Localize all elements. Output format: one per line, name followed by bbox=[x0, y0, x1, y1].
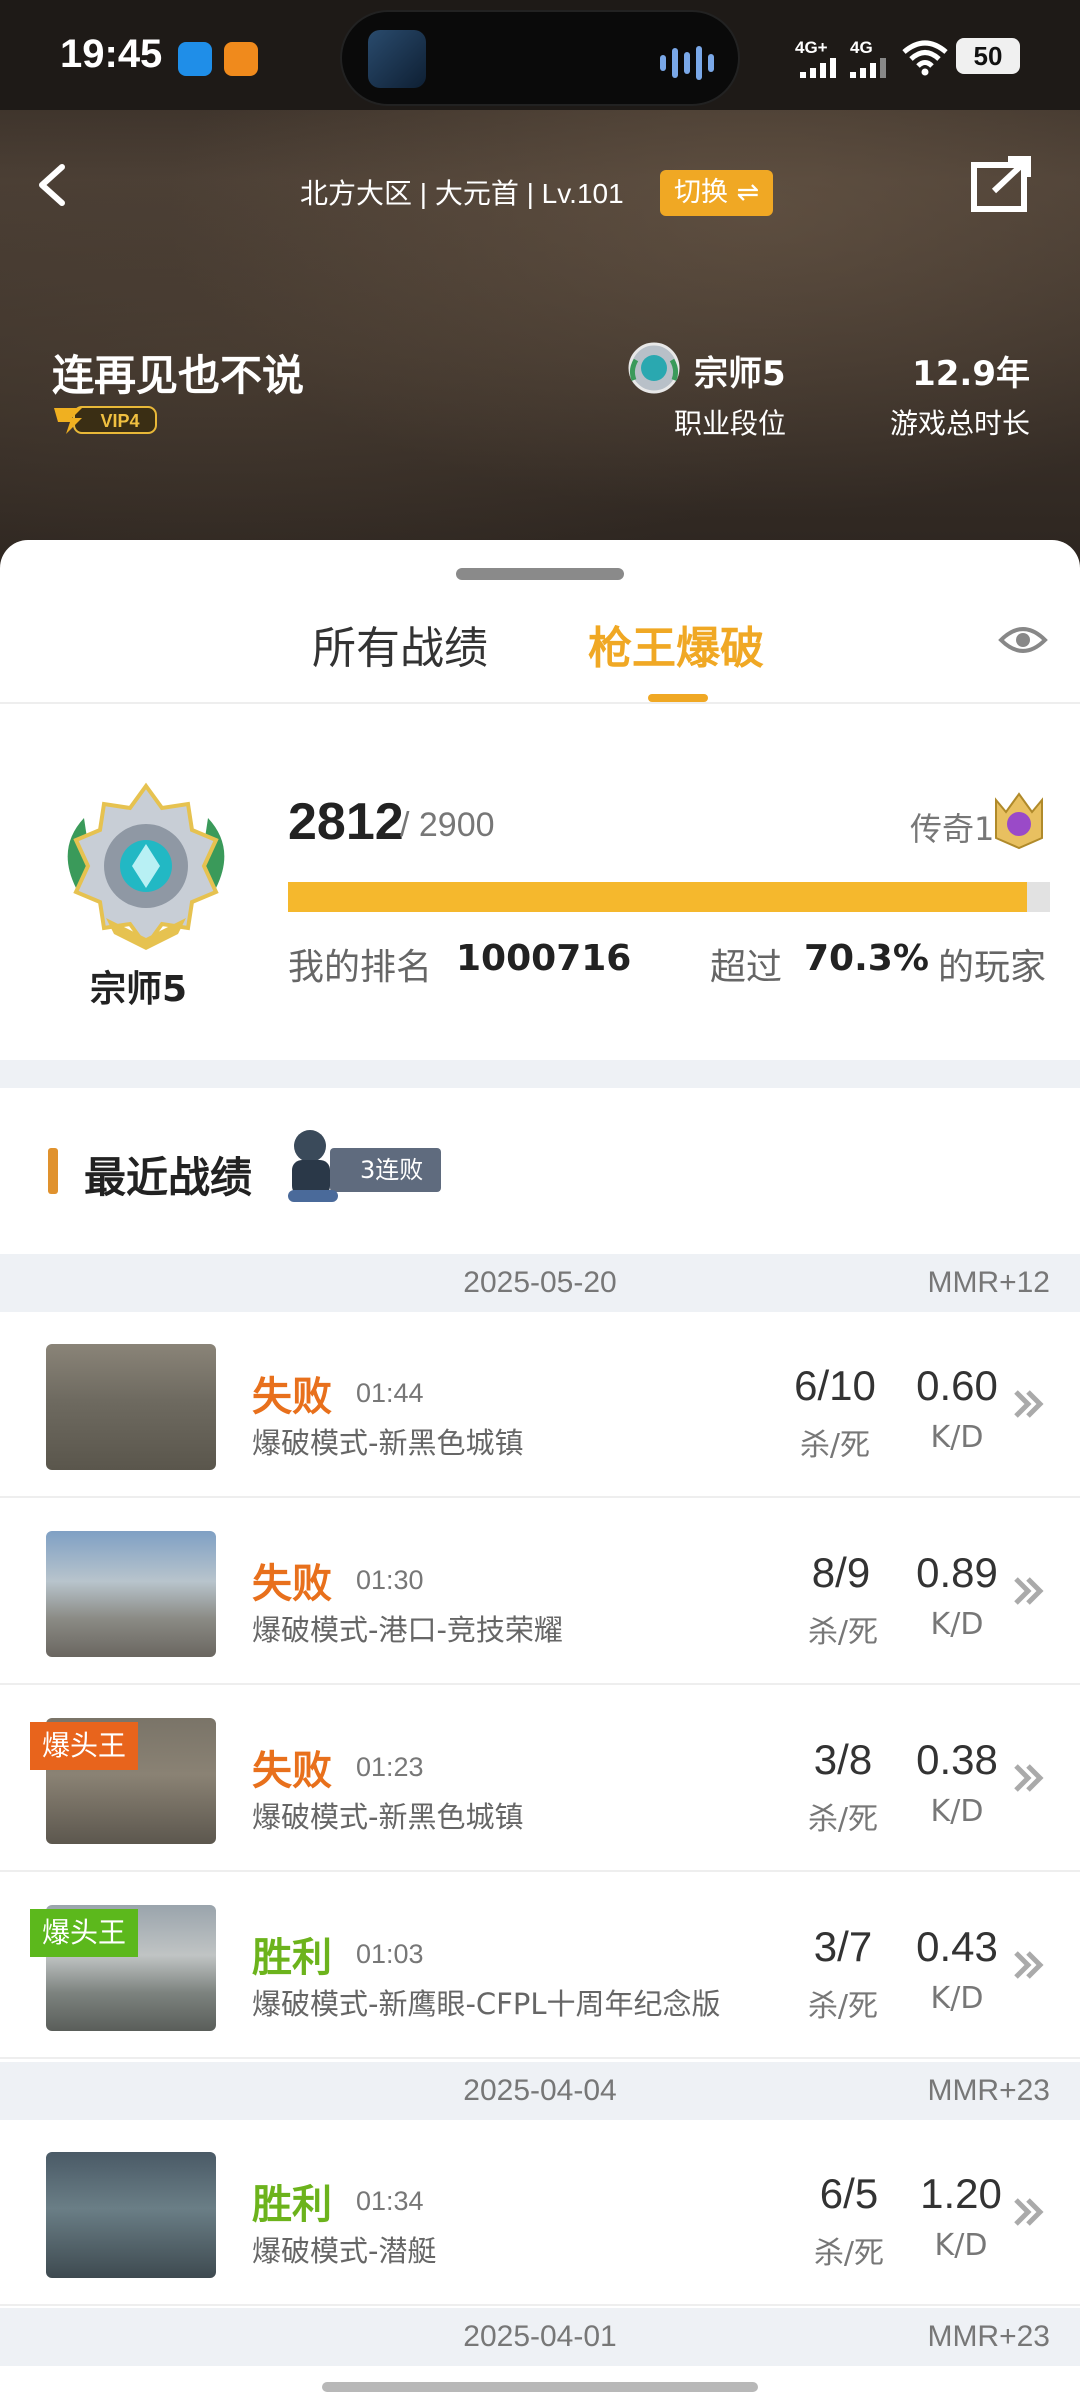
server-info: 北方大区 | 大元首 | Lv.101 bbox=[300, 178, 624, 209]
share-icon[interactable] bbox=[968, 155, 1034, 215]
media-thumbnail bbox=[368, 30, 426, 88]
kd-ratio-caption: K/D bbox=[930, 1794, 984, 1829]
vip-label: VIP4 bbox=[100, 411, 139, 431]
exceed-suffix: 的玩家 bbox=[938, 947, 1047, 988]
kd-ratio-caption: K/D bbox=[930, 1607, 984, 1642]
signal-label-2: 4G bbox=[850, 38, 873, 57]
tab-sniper-blast[interactable]: 枪王爆破 bbox=[588, 612, 764, 676]
play-duration-caption: 游戏总时长 bbox=[889, 407, 1030, 440]
rank-score: 2812 bbox=[288, 793, 404, 851]
date-label: 2025-04-04 bbox=[463, 2074, 617, 2107]
match-duration: 01:23 bbox=[356, 1752, 424, 1782]
match-mode: 爆破模式-新鹰眼-CFPL十周年纪念版 bbox=[252, 1987, 721, 2021]
player-nickname: 连再见也不说 bbox=[52, 351, 305, 400]
section-accent-bar bbox=[48, 1148, 58, 1194]
rank-progress-bar bbox=[288, 882, 1050, 912]
signal-bars-icon bbox=[800, 58, 836, 78]
rank-progress-fill bbox=[288, 882, 1028, 912]
battery-indicator: 50 bbox=[956, 38, 1020, 74]
match-mode: 爆破模式-新黑色城镇 bbox=[252, 1426, 524, 1460]
match-row[interactable]: 失败 01:44 爆破模式-新黑色城镇 6/10 杀/死 0.60 K/D bbox=[0, 1312, 1080, 1498]
map-thumbnail bbox=[46, 1531, 216, 1657]
map-thumbnail bbox=[46, 1344, 216, 1470]
match-duration: 01:34 bbox=[356, 2186, 424, 2216]
match-result: 失败 bbox=[252, 1561, 332, 1607]
match-result: 胜利 bbox=[252, 2182, 332, 2228]
next-rank-icon bbox=[995, 792, 1043, 850]
match-mode: 爆破模式-新黑色城镇 bbox=[252, 1800, 524, 1834]
play-duration: 12.9年 bbox=[912, 354, 1030, 394]
home-indicator[interactable] bbox=[322, 2382, 758, 2392]
dynamic-island[interactable] bbox=[340, 10, 740, 106]
drag-handle[interactable] bbox=[456, 568, 624, 580]
mmr-label: MMR+12 bbox=[927, 1266, 1050, 1299]
rank-badge-icon bbox=[67, 782, 225, 950]
chevron-right-icon bbox=[1014, 1390, 1044, 1418]
stats-sheet: 所有战绩 枪王爆破 宗师5 2812 / 2900 传奇1 我的排名 10007… bbox=[0, 540, 1080, 1060]
match-result: 失败 bbox=[252, 1374, 332, 1420]
mmr-label: MMR+23 bbox=[927, 2320, 1050, 2353]
next-rank-label: 传奇1 bbox=[910, 810, 995, 848]
my-rank-value: 1000716 bbox=[456, 938, 632, 979]
my-rank-label: 我的排名 bbox=[288, 947, 433, 988]
soldier-avatar-icon bbox=[288, 1130, 338, 1202]
match-row[interactable]: 爆头王 失败 01:23 爆破模式-新黑色城镇 3/8 杀/死 0.38 K/D bbox=[0, 1686, 1080, 1872]
date-header: 2025-05-20 MMR+12 bbox=[0, 1254, 1080, 1312]
switch-account-button[interactable]: 切换 ⇌ bbox=[660, 170, 774, 216]
back-button[interactable] bbox=[24, 155, 84, 215]
rank-caption: 职业段位 bbox=[673, 407, 786, 440]
eye-icon[interactable] bbox=[998, 620, 1048, 660]
headshot-king-tag: 爆头王 bbox=[30, 1722, 139, 1770]
badge-name: 宗师5 bbox=[90, 969, 188, 1010]
rank-score-max: / 2900 bbox=[400, 806, 495, 844]
match-duration: 01:30 bbox=[356, 1565, 424, 1595]
kd-ratio-caption: K/D bbox=[930, 1420, 984, 1455]
wifi-icon bbox=[902, 40, 948, 76]
match-result: 失败 bbox=[252, 1748, 332, 1794]
date-label: 2025-05-20 bbox=[463, 1266, 617, 1299]
kd-ratio-caption: K/D bbox=[934, 2228, 988, 2263]
match-row[interactable]: 失败 01:30 爆破模式-港口-竞技荣耀 8/9 杀/死 0.89 K/D bbox=[0, 1499, 1080, 1685]
tab-underline bbox=[648, 694, 708, 702]
signal-bars-icon bbox=[850, 58, 886, 78]
exceed-label: 超过 bbox=[710, 947, 783, 988]
notification-app-icon bbox=[178, 42, 212, 76]
status-time: 19:45 bbox=[60, 32, 163, 76]
audio-wave-icon bbox=[660, 46, 714, 80]
match-row[interactable]: 胜利 01:34 爆破模式-潜艇 6/5 杀/死 1.20 K/D bbox=[0, 2120, 1080, 2306]
match-mode: 爆破模式-潜艇 bbox=[252, 2234, 437, 2268]
match-duration: 01:44 bbox=[356, 1378, 424, 1408]
kd-ratio-caption: K/D bbox=[930, 1981, 984, 2016]
chevron-right-icon bbox=[1014, 1764, 1044, 1792]
mmr-label: MMR+23 bbox=[927, 2074, 1050, 2107]
match-result: 胜利 bbox=[252, 1935, 332, 1981]
rank-name: 宗师5 bbox=[694, 354, 786, 394]
vip-badge-icon: VIP4 bbox=[54, 406, 157, 434]
chevron-right-icon bbox=[1014, 2198, 1044, 2226]
headshot-king-tag: 爆头王 bbox=[30, 1909, 139, 1957]
date-header: 2025-04-04 MMR+23 bbox=[0, 2062, 1080, 2120]
date-label: 2025-04-01 bbox=[463, 2320, 617, 2353]
chevron-right-icon bbox=[1014, 1951, 1044, 1979]
date-header: 2025-04-01 MMR+23 bbox=[0, 2308, 1080, 2366]
match-row[interactable]: 爆头王 胜利 01:03 爆破模式-新鹰眼-CFPL十周年纪念版 3/7 杀/死… bbox=[0, 1873, 1080, 2059]
divider bbox=[0, 702, 1080, 704]
chevron-right-icon bbox=[1014, 1577, 1044, 1605]
exceed-value: 70.3% bbox=[804, 938, 929, 979]
map-thumbnail bbox=[46, 2152, 216, 2278]
rank-emblem-icon bbox=[628, 342, 680, 394]
status-bar: 19:45 4G+ 4G 50 bbox=[0, 0, 1080, 110]
signal-label-1: 4G+ bbox=[795, 38, 828, 57]
match-mode: 爆破模式-港口-竞技荣耀 bbox=[252, 1613, 563, 1647]
notification-app-icon bbox=[224, 42, 258, 76]
match-duration: 01:03 bbox=[356, 1939, 424, 1969]
recent-records-title: 最近战绩 bbox=[84, 1153, 253, 1202]
tab-all-records[interactable]: 所有战绩 bbox=[312, 612, 488, 676]
